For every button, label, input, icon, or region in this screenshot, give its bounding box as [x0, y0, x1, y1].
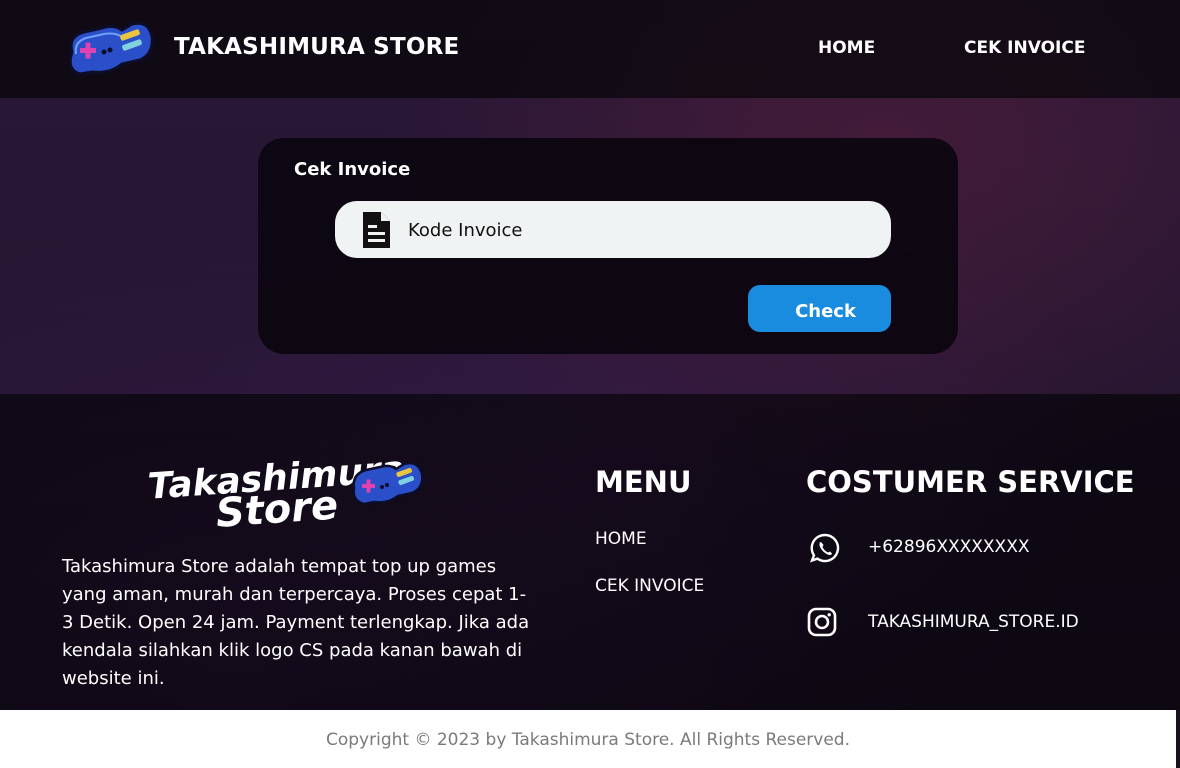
footer-menu-cek-invoice-link[interactable]: CEK INVOICE [595, 576, 704, 596]
invoice-code-input[interactable] [408, 214, 868, 246]
check-button[interactable]: Check [748, 285, 891, 332]
right-edge-strip [1176, 710, 1180, 768]
whatsapp-number[interactable]: +62896XXXXXXXX [868, 537, 1030, 557]
footer-menu-home-link[interactable]: HOME [595, 529, 647, 549]
invoice-card-title: Cek Invoice [294, 159, 411, 180]
copyright-text: Copyright © 2023 by Takashimura Store. A… [325, 730, 851, 750]
whatsapp-icon[interactable] [809, 532, 841, 564]
page: TAKASHIMURA STORE HOME CEK INVOICE Cek I… [0, 0, 1180, 768]
instagram-icon[interactable] [807, 607, 837, 637]
nav-cek-invoice-link[interactable]: CEK INVOICE [964, 38, 1085, 58]
customer-service-title: COSTUMER SERVICE [806, 465, 1135, 499]
footer-menu-title: MENU [595, 465, 692, 499]
svg-text:Store: Store [214, 482, 339, 536]
gamepad-logo-icon[interactable] [62, 18, 154, 76]
document-icon [363, 212, 390, 248]
instagram-handle[interactable]: TAKASHIMURA_STORE.ID [868, 612, 1079, 632]
footer-description: Takashimura Store adalah tempat top up g… [62, 556, 530, 689]
nav-home-link[interactable]: HOME [818, 38, 875, 58]
brand-name[interactable]: TAKASHIMURA STORE [174, 34, 459, 60]
footer-logo: Takashimura Store [147, 452, 424, 536]
header-bar: TAKASHIMURA STORE HOME CEK INVOICE [0, 0, 1180, 98]
